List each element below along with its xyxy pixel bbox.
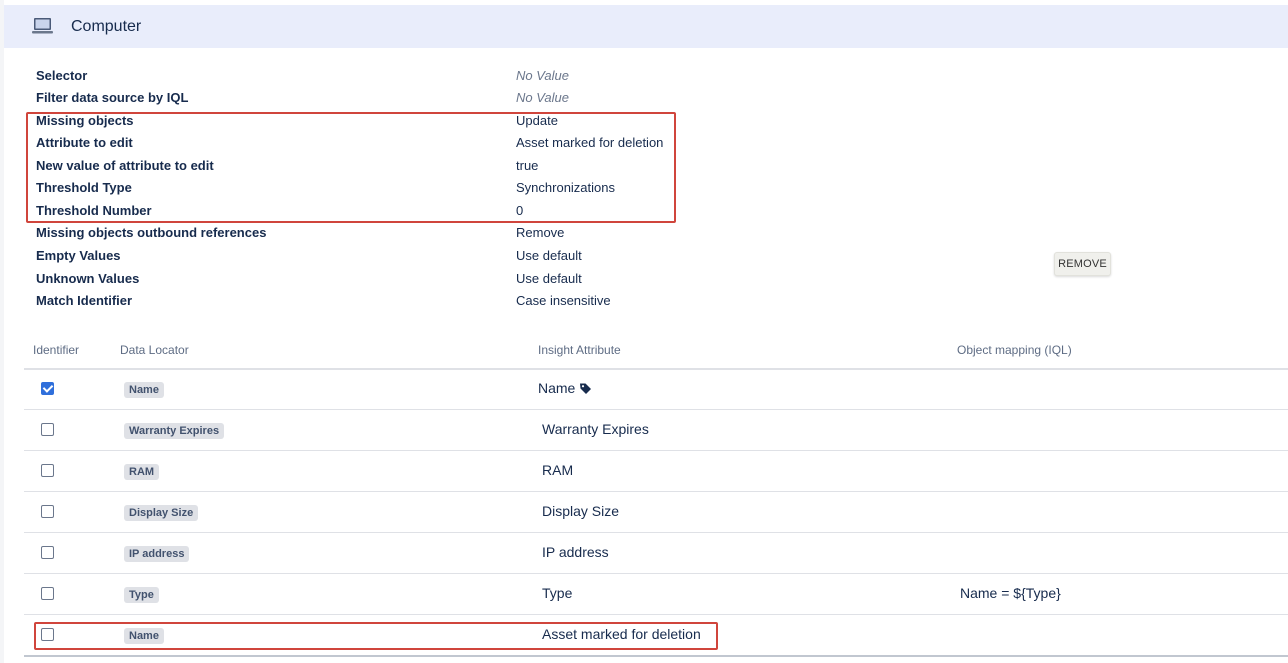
insight-attribute: RAM bbox=[542, 462, 574, 478]
property-row: Selector No Value bbox=[36, 66, 736, 86]
window-left-edge bbox=[0, 0, 4, 663]
property-value: No Value bbox=[516, 90, 569, 105]
highlight-annotation bbox=[26, 112, 676, 223]
property-value: Use default bbox=[516, 271, 582, 286]
object-mapping: Name = ${Type} bbox=[960, 585, 1061, 601]
table-row: Type Type Name = ${Type} bbox=[24, 574, 1288, 615]
property-label: Match Identifier bbox=[36, 293, 133, 308]
property-row: Unknown Values Use default bbox=[36, 269, 736, 289]
identifier-checkbox[interactable] bbox=[41, 382, 54, 395]
table-row: RAM RAM bbox=[24, 451, 1288, 492]
property-value: Remove bbox=[516, 225, 565, 240]
data-locator-lozenge: Type bbox=[124, 587, 159, 603]
table-row: Warranty Expires Warranty Expires bbox=[24, 410, 1288, 451]
property-label: Selector bbox=[36, 68, 88, 83]
data-locator-lozenge: IP address bbox=[124, 546, 190, 562]
table-row: Display Size Display Size bbox=[24, 492, 1288, 533]
highlight-annotation bbox=[34, 622, 718, 650]
data-locator-lozenge: Display Size bbox=[124, 505, 199, 521]
property-label: Missing objects outbound references bbox=[36, 225, 267, 240]
property-value: No Value bbox=[516, 68, 569, 83]
identifier-checkbox[interactable] bbox=[41, 587, 54, 600]
table-row: Name Name bbox=[24, 369, 1288, 410]
column-header-object-mapping: Object mapping (IQL) bbox=[957, 343, 1072, 357]
insight-attribute: Display Size bbox=[542, 503, 620, 519]
computer-monitor-icon bbox=[32, 17, 54, 35]
column-header-identifier: Identifier bbox=[33, 343, 80, 357]
data-locator-lozenge: Name bbox=[124, 382, 164, 398]
property-row: Missing objects outbound references Remo… bbox=[36, 223, 736, 243]
column-header-data-locator: Data Locator bbox=[120, 343, 189, 357]
property-label: Unknown Values bbox=[36, 271, 140, 286]
insight-attribute: Type bbox=[542, 585, 573, 601]
insight-attribute: IP address bbox=[542, 544, 609, 560]
property-row: Match Identifier Case insensitive bbox=[36, 291, 736, 311]
insight-attribute: Name bbox=[538, 380, 592, 398]
insight-attribute-label: Name bbox=[538, 380, 576, 396]
data-locator-lozenge: Warranty Expires bbox=[124, 423, 225, 439]
data-locator-lozenge: RAM bbox=[124, 464, 160, 480]
identifier-checkbox[interactable] bbox=[41, 546, 54, 559]
property-row: Filter data source by IQL No Value bbox=[36, 88, 736, 108]
section-title: Computer bbox=[71, 18, 142, 35]
insight-attribute: Warranty Expires bbox=[542, 421, 649, 437]
section-header: Computer bbox=[4, 5, 1288, 48]
remove-button[interactable]: REMOVE bbox=[1054, 252, 1111, 276]
property-value: Case insensitive bbox=[516, 293, 611, 308]
identifier-checkbox[interactable] bbox=[41, 505, 54, 518]
property-value: Use default bbox=[516, 248, 582, 263]
column-header-insight-attribute: Insight Attribute bbox=[538, 343, 621, 357]
identifier-checkbox[interactable] bbox=[41, 464, 54, 477]
identifier-checkbox[interactable] bbox=[41, 423, 54, 436]
table-header: Identifier Data Locator Insight Attribut… bbox=[24, 332, 1288, 370]
table-row: IP address IP address bbox=[24, 533, 1288, 574]
property-label: Filter data source by IQL bbox=[36, 90, 189, 105]
property-label: Empty Values bbox=[36, 248, 121, 263]
tag-icon bbox=[579, 382, 592, 398]
property-row: Empty Values Use default bbox=[36, 246, 736, 266]
